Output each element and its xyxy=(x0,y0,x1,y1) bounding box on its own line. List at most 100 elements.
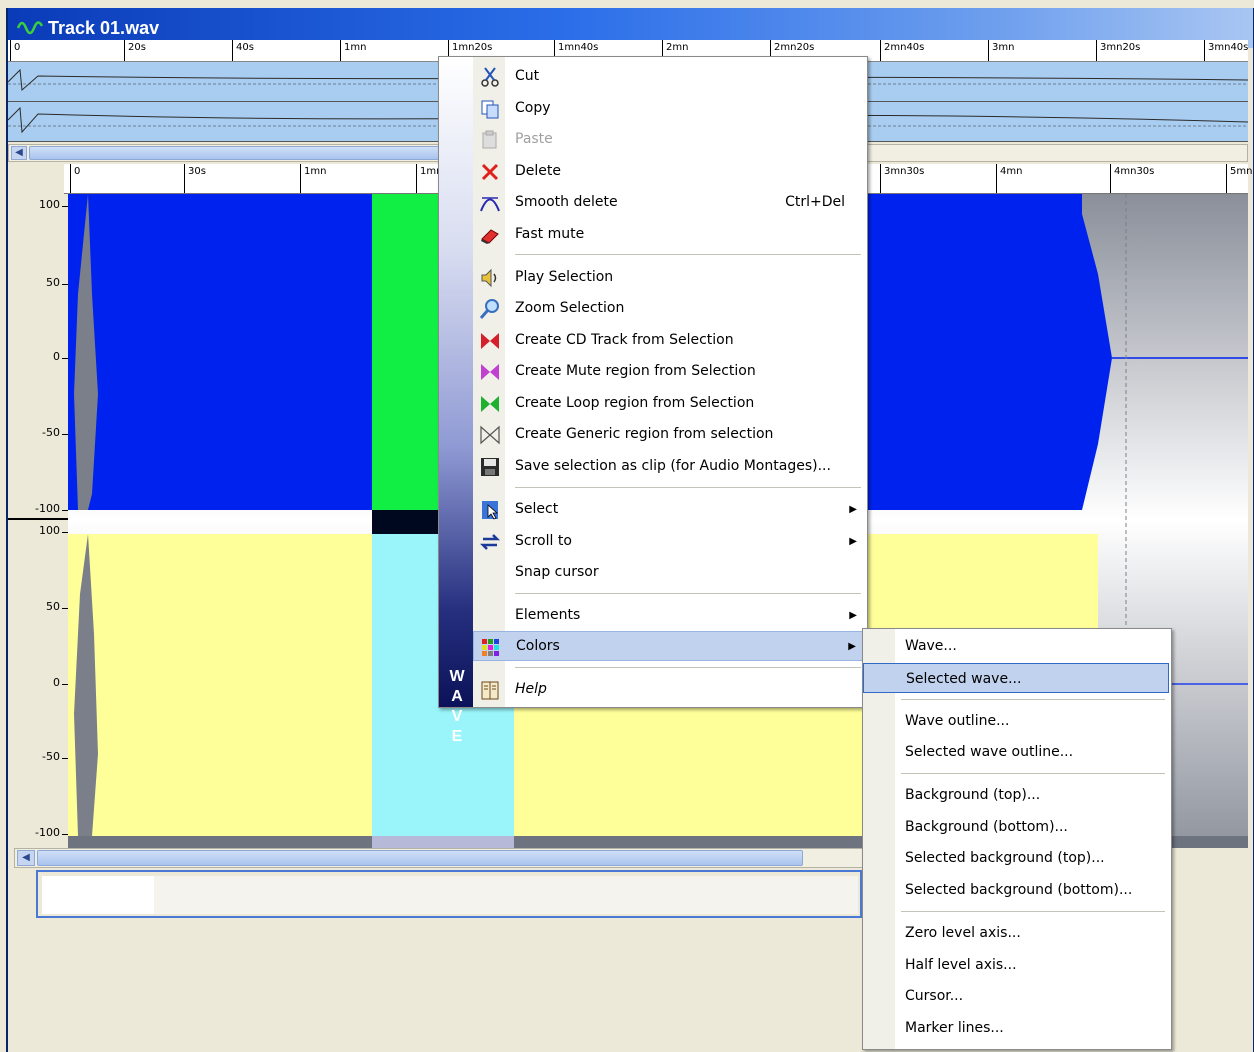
menu-item-label: Snap cursor xyxy=(515,564,599,580)
menu-item-label: Elements xyxy=(515,607,581,623)
speaker-icon xyxy=(481,268,497,288)
generic-marker-icon xyxy=(480,425,500,445)
menu-item-label: Create CD Track from Selection xyxy=(515,332,734,348)
submenu-item-label: Wave outline... xyxy=(905,713,1010,729)
menu-item-copy[interactable]: Copy xyxy=(473,93,865,123)
submenu-arrow-icon: ▶ xyxy=(848,640,856,652)
menu-item-save-selection-clip[interactable]: Save selection as clip (for Audio Montag… xyxy=(473,451,865,481)
submenu-item-selected-background-top[interactable]: Selected background (top)... xyxy=(863,843,1169,873)
menu-item-cut[interactable]: Cut xyxy=(473,61,865,91)
submenu-item-selected-background-bottom[interactable]: Selected background (bottom)... xyxy=(863,875,1169,905)
overview-tick: 20s xyxy=(124,40,146,61)
axis-label: -50 xyxy=(42,750,60,763)
axis-label: -50 xyxy=(42,426,60,439)
horizontal-scrollbar[interactable]: ◀ xyxy=(14,848,864,868)
menu-item-label: Cut xyxy=(515,68,540,84)
paste-icon xyxy=(482,130,497,149)
axis-label: -100 xyxy=(35,826,60,839)
menu-item-label: Colors xyxy=(516,638,560,654)
select-icon xyxy=(482,501,499,520)
menu-item-label: Play Selection xyxy=(515,269,614,285)
scroll-arrows-icon xyxy=(479,534,501,550)
submenu-item-wave[interactable]: Wave... xyxy=(863,631,1169,661)
menu-item-paste[interactable]: Paste xyxy=(473,124,865,154)
submenu-arrow-icon: ▶ xyxy=(849,503,857,515)
menu-item-help[interactable]: Help xyxy=(473,674,865,704)
scroll-left-arrow-icon[interactable]: ◀ xyxy=(17,850,35,866)
floppy-icon xyxy=(481,458,499,476)
menu-item-create-generic-region[interactable]: Create Generic region from selection xyxy=(473,419,865,449)
submenu-item-selected-wave[interactable]: Selected wave... xyxy=(863,663,1169,693)
loop-marker-icon xyxy=(481,396,499,412)
menu-item-label: Smooth delete xyxy=(515,194,618,210)
overview-tick: 3mn xyxy=(988,40,1014,61)
submenu-item-label: Half level axis... xyxy=(905,957,1017,973)
menu-item-smooth-delete[interactable]: Smooth delete Ctrl+Del xyxy=(473,187,865,217)
submenu-item-background-top[interactable]: Background (top)... xyxy=(863,780,1169,810)
menu-item-colors[interactable]: Colors ▶ xyxy=(473,631,865,661)
ruler-tick: 4mn30s xyxy=(1110,164,1154,193)
axis-label: 0 xyxy=(53,676,60,689)
eraser-icon xyxy=(481,229,499,244)
smooth-delete-icon xyxy=(480,197,500,212)
menu-item-play-selection[interactable]: Play Selection xyxy=(473,262,865,292)
submenu-arrow-icon: ▶ xyxy=(849,609,857,621)
submenu-item-zero-level-axis[interactable]: Zero level axis... xyxy=(863,918,1169,948)
menu-item-label: Select xyxy=(515,501,559,517)
axis-label: 50 xyxy=(46,276,60,289)
menu-item-scroll-to[interactable]: Scroll to ▶ xyxy=(473,526,865,556)
axis-label: 100 xyxy=(39,198,60,211)
scrollbar-thumb[interactable] xyxy=(29,146,449,160)
submenu-item-label: Selected wave... xyxy=(906,671,1022,687)
submenu-item-wave-outline[interactable]: Wave outline... xyxy=(863,706,1169,736)
help-book-icon xyxy=(481,681,499,700)
menu-sidebar-label: WAVE xyxy=(449,668,465,745)
menu-item-label: Create Generic region from selection xyxy=(515,426,774,442)
submenu-item-label: Zero level axis... xyxy=(905,925,1021,941)
submenu-item-cursor[interactable]: Cursor... xyxy=(863,981,1169,1011)
ruler-tick: 5mn xyxy=(1226,164,1252,193)
submenu-item-marker-lines[interactable]: Marker lines... xyxy=(863,1013,1169,1043)
submenu-item-label: Cursor... xyxy=(905,988,964,1004)
menu-item-label: Create Mute region from Selection xyxy=(515,363,756,379)
ruler-tick: 4mn xyxy=(996,164,1022,193)
overview-tick: 2mn40s xyxy=(880,40,924,61)
menu-item-fast-mute[interactable]: Fast mute xyxy=(473,219,865,249)
amplitude-axis: 100 50 0 -50 -100 100 50 0 -50 -100 xyxy=(8,194,68,848)
menu-item-delete[interactable]: Delete xyxy=(473,156,865,186)
menu-item-create-cd-track[interactable]: Create CD Track from Selection xyxy=(473,325,865,355)
submenu-item-label: Selected background (bottom)... xyxy=(905,882,1133,898)
wave-top-selected xyxy=(372,194,438,510)
submenu-item-selected-wave-outline[interactable]: Selected wave outline... xyxy=(863,737,1169,767)
menu-item-label: Help xyxy=(515,681,547,697)
menu-item-create-loop-region[interactable]: Create Loop region from Selection xyxy=(473,388,865,418)
axis-label: 50 xyxy=(46,600,60,613)
scrollbar-thumb[interactable] xyxy=(37,850,803,866)
ruler-tick: 1mn xyxy=(300,164,326,193)
window-title: Track 01.wav xyxy=(48,17,160,38)
menu-item-create-mute-region[interactable]: Create Mute region from Selection xyxy=(473,356,865,386)
overview-tick: 3mn40s xyxy=(1204,40,1248,61)
overview-tick: 0 xyxy=(10,40,20,61)
menu-sidebar: WAVE xyxy=(439,57,473,745)
wave-top-region xyxy=(868,194,1082,510)
menu-item-label: Delete xyxy=(515,163,561,179)
submenu-item-half-level-axis[interactable]: Half level axis... xyxy=(863,950,1169,980)
wave-top-region xyxy=(68,194,372,510)
axis-label: 100 xyxy=(39,524,60,537)
submenu-item-label: Background (top)... xyxy=(905,787,1041,803)
menu-item-snap-cursor[interactable]: Snap cursor xyxy=(473,557,865,587)
menu-item-select[interactable]: Select ▶ xyxy=(473,494,865,524)
palette-icon xyxy=(482,639,499,656)
submenu-item-background-bottom[interactable]: Background (bottom)... xyxy=(863,812,1169,842)
menu-item-zoom-selection[interactable]: Zoom Selection xyxy=(473,293,865,323)
waveform-icon xyxy=(16,21,44,35)
menu-item-label: Scroll to xyxy=(515,533,572,549)
axis-label: -100 xyxy=(35,502,60,515)
menu-item-elements[interactable]: Elements ▶ xyxy=(473,600,865,630)
overview-tick: 40s xyxy=(232,40,254,61)
menu-item-label: Save selection as clip (for Audio Montag… xyxy=(515,458,831,474)
submenu-item-label: Selected wave outline... xyxy=(905,744,1074,760)
colors-submenu: Wave... Selected wave... Wave outline...… xyxy=(862,628,1172,1050)
scroll-left-arrow-icon[interactable]: ◀ xyxy=(11,146,27,160)
